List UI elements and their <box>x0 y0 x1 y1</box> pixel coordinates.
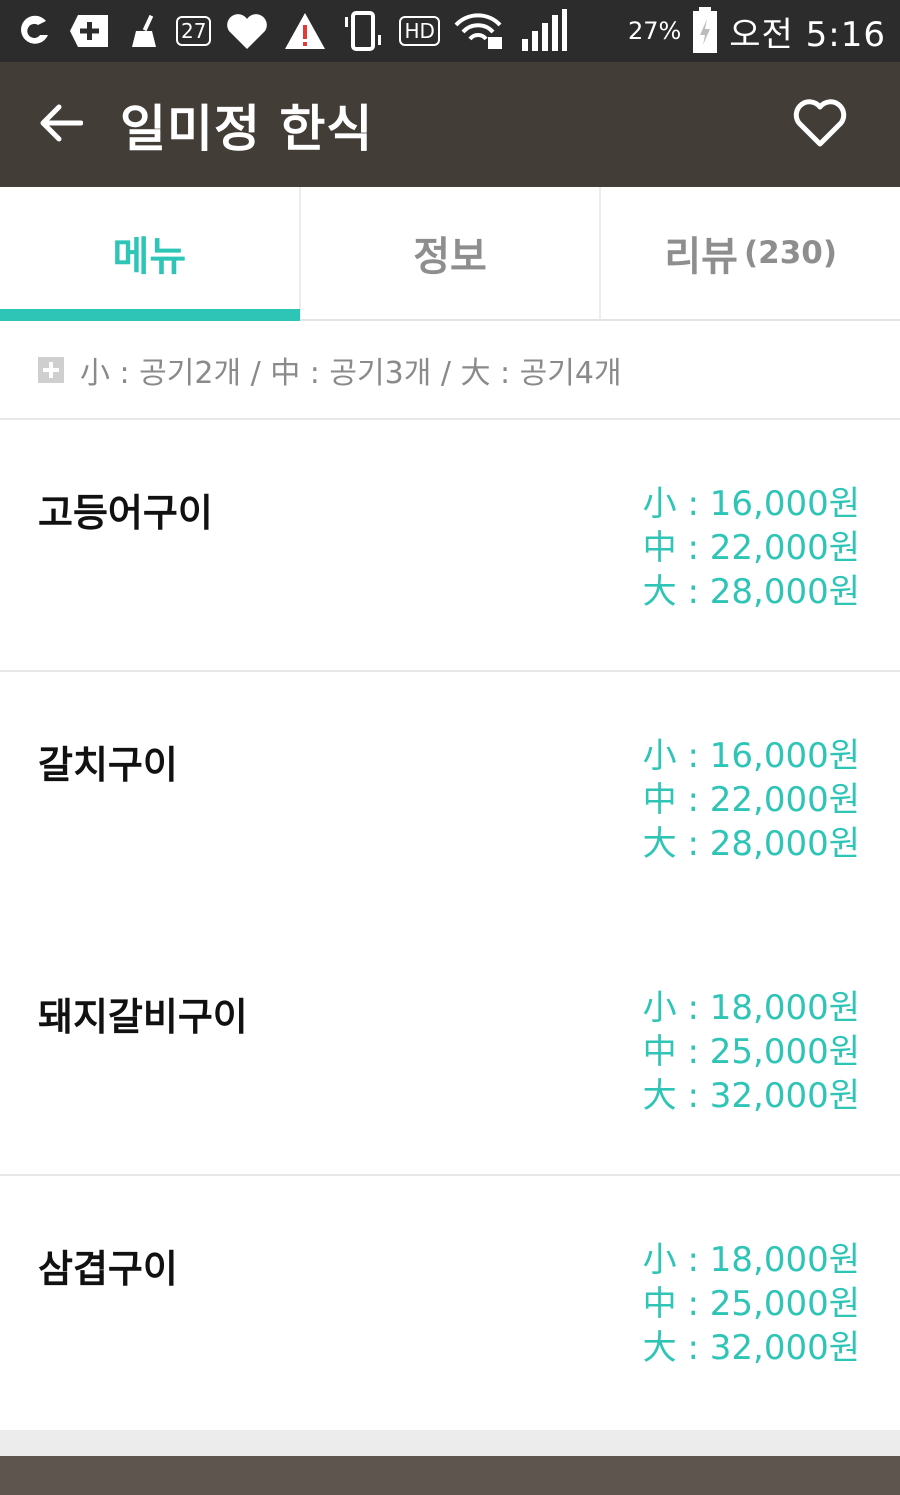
tab-bar: 메뉴 정보 리뷰 (230) <box>0 187 900 321</box>
back-button[interactable] <box>30 95 90 155</box>
menu-item-name: 삼겹구이 <box>38 1247 178 1291</box>
menu-item-prices: 小 : 18,000원 中 : 25,000원 大 : 32,000원 <box>643 986 860 1174</box>
portion-legend: 小 : 공기2개 / 中 : 공기3개 / 大 : 공기4개 <box>0 321 900 420</box>
app-bar: 일미정 한식 <box>0 62 900 187</box>
price-large: 大 : 32,000원 <box>642 1076 860 1116</box>
tab-menu[interactable]: 메뉴 <box>0 187 301 321</box>
menu-item[interactable]: 고등어구이 小 : 16,000원 中 : 22,000원 大 : 28,000… <box>0 420 900 672</box>
status-right: 27% 오전 5:16 <box>628 7 886 56</box>
plus-square-icon <box>68 11 112 51</box>
price-large: 大 : 32,000원 <box>642 1328 860 1368</box>
arrow-left-icon <box>37 103 84 147</box>
plus-icon <box>38 356 64 383</box>
battery-charging-icon <box>691 7 719 55</box>
menu-item-prices: 小 : 16,000원 中 : 22,000원 大 : 28,000원 <box>643 482 860 670</box>
status-left: 27 HD <box>14 9 568 53</box>
heart-outline-icon <box>792 98 848 152</box>
menu-item[interactable]: 삼겹구이 小 : 18,000원 中 : 25,000원 大 : 32,000원 <box>0 1176 900 1428</box>
menu-list: 고등어구이 小 : 16,000원 中 : 22,000원 大 : 28,000… <box>0 420 900 1428</box>
menu-item-name: 돼지갈비구이 <box>38 995 248 1039</box>
menu-item[interactable]: 갈치구이 小 : 16,000원 中 : 22,000원 大 : 28,000원 <box>0 672 900 924</box>
menu-item[interactable]: 돼지갈비구이 小 : 18,000원 中 : 25,000원 大 : 32,00… <box>0 924 900 1176</box>
bottom-spacer <box>0 1430 900 1456</box>
price-small: 小 : 18,000원 <box>642 1240 860 1280</box>
bottom-bar <box>0 1456 900 1495</box>
menu-item-name: 갈치구이 <box>38 743 178 787</box>
tab-menu-label: 메뉴 <box>112 234 187 280</box>
price-medium: 中 : 22,000원 <box>642 780 860 820</box>
price-large: 大 : 28,000원 <box>642 824 860 864</box>
review-count: (230) <box>743 235 837 271</box>
price-medium: 中 : 25,000원 <box>642 1032 860 1072</box>
price-medium: 中 : 22,000원 <box>642 528 860 568</box>
signal-icon <box>520 9 568 53</box>
heart-icon <box>225 11 269 51</box>
tab-reviews[interactable]: 리뷰 (230) <box>601 187 900 319</box>
clock: 오전 5:16 <box>729 14 886 55</box>
price-small: 小 : 18,000원 <box>642 988 860 1028</box>
favorite-button[interactable] <box>790 95 850 155</box>
status-bar: 27 HD 27% 오전 5:16 <box>0 0 900 62</box>
price-medium: 中 : 25,000원 <box>642 1284 860 1324</box>
menu-item-name: 고등어구이 <box>38 491 213 535</box>
portion-legend-text: 小 : 공기2개 / 中 : 공기3개 / 大 : 공기4개 <box>80 355 622 391</box>
app-circle-icon <box>14 11 54 51</box>
calendar-badge-icon: 27 <box>176 16 212 46</box>
tab-reviews-label: 리뷰 <box>664 234 738 280</box>
phone-vibrate-icon <box>341 9 385 53</box>
menu-item-prices: 小 : 18,000원 中 : 25,000원 大 : 32,000원 <box>643 1238 860 1428</box>
active-tab-indicator <box>0 309 300 321</box>
broom-icon <box>126 11 162 51</box>
tab-info[interactable]: 정보 <box>301 187 602 319</box>
tab-info-label: 정보 <box>413 234 487 280</box>
wifi-lock-icon <box>454 11 506 51</box>
warning-icon <box>283 11 327 51</box>
price-large: 大 : 28,000원 <box>642 572 860 612</box>
battery-percent: 27% <box>627 17 682 45</box>
price-small: 小 : 16,000원 <box>642 736 860 776</box>
price-small: 小 : 16,000원 <box>642 484 860 524</box>
hd-voice-icon: HD <box>399 16 440 46</box>
menu-item-prices: 小 : 16,000원 中 : 22,000원 大 : 28,000원 <box>643 734 860 924</box>
page-title: 일미정 한식 <box>120 99 374 158</box>
